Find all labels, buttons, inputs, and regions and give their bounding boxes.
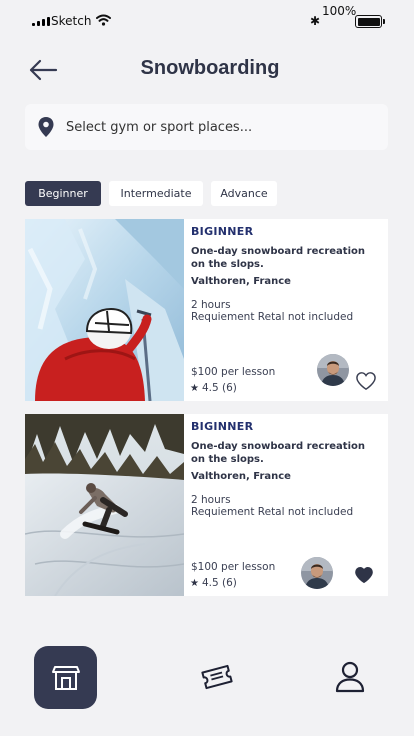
course-info: BIGINNER One-day snowboard recreation on… [184,414,388,596]
instructor-avatar[interactable] [317,354,349,386]
course-photo-snowboarding [25,414,184,596]
nav-profile-button[interactable] [333,660,367,694]
battery-percent: 100% [322,4,357,18]
course-description: One-day snowboard recreation on the slop… [191,246,365,270]
course-price: $100 per lesson [191,561,276,573]
course-rating: ★ 4.5 (6) [190,382,237,394]
tab-advance[interactable]: Advance [211,181,277,206]
course-requirement: Requiement Retal not included [191,311,354,323]
course-requirement: Requiement Retal not included [191,506,354,518]
carrier-name: Sketch [51,14,92,28]
course-location: Valthoren, France [191,276,291,287]
nav-home-button[interactable] [34,646,97,709]
course-duration: 2 hours [191,299,231,311]
tab-beginner[interactable]: Beginner [25,181,101,206]
search-bar[interactable] [25,104,388,150]
status-bar: Sketch ✱ 100% [0,0,414,44]
search-input[interactable] [66,119,366,135]
course-card[interactable]: BIGINNER One-day snowboard recreation on… [25,219,388,401]
nav-tickets-button[interactable] [200,660,234,694]
heart-filled-icon[interactable] [354,566,374,584]
signal-icon [32,17,50,26]
location-pin-icon [37,116,57,138]
heart-outline-icon[interactable] [355,371,377,391]
star-icon: ★ [190,382,199,394]
rating-value: 4.5 (6) [201,382,237,394]
course-price: $100 per lesson [191,366,276,378]
course-level: BIGINNER [191,225,254,238]
bluetooth-icon: ✱ [310,14,321,28]
course-card[interactable]: BIGINNER One-day snowboard recreation on… [25,414,388,596]
course-duration: 2 hours [191,494,231,506]
course-photo-ice-climbing [25,219,184,401]
page-title: Snowboarding [140,57,280,79]
rating-value: 4.5 (6) [201,577,237,589]
course-rating: ★ 4.5 (6) [190,577,237,589]
course-level: BIGINNER [191,420,254,433]
course-location: Valthoren, France [191,471,291,482]
star-icon: ★ [190,577,199,589]
tab-intermediate[interactable]: Intermediate [109,181,203,206]
course-info: BIGINNER One-day snowboard recreation on… [184,219,388,401]
instructor-avatar[interactable] [301,557,333,589]
course-description: One-day snowboard recreation on the slop… [191,441,365,465]
ticket-icon [201,664,233,690]
battery-icon [355,15,385,28]
home-store-icon [51,665,80,690]
wifi-icon [96,14,111,26]
profile-icon [335,661,365,693]
